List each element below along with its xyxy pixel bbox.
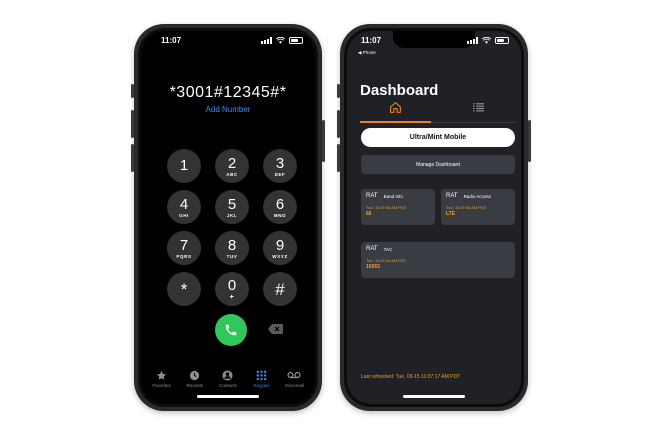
tab-keypad[interactable]: Keypad bbox=[245, 369, 277, 388]
status-time: 11:07 bbox=[161, 36, 182, 45]
key-2[interactable]: 2 ABC bbox=[215, 149, 249, 183]
key-7[interactable]: 7 PQRS bbox=[167, 231, 201, 265]
list-icon[interactable] bbox=[473, 103, 484, 112]
call-button[interactable] bbox=[215, 314, 247, 346]
stage: 11:07 *3001#12345#* Add Number 1 2 ABC 3D… bbox=[0, 0, 660, 440]
active-tab-indicator bbox=[360, 121, 431, 123]
card-value: LTE bbox=[446, 211, 456, 217]
dashboard-screen: 11:07 ◀ Phone Dashboard Ultra/Mint Mobil… bbox=[347, 31, 521, 404]
add-number-link[interactable]: Add Number bbox=[141, 105, 315, 114]
home-indicator[interactable] bbox=[403, 395, 465, 398]
key-1[interactable]: 1 bbox=[167, 149, 201, 183]
last-refreshed: Last refreshed: Tue, 03-15 11:07:17 AM P… bbox=[361, 374, 461, 380]
home-icon[interactable] bbox=[389, 101, 402, 114]
card-timestamp: Tue, 11:07:04 AM PDT bbox=[446, 205, 487, 210]
key-star[interactable]: * bbox=[167, 272, 201, 306]
dialer-screen: 11:07 *3001#12345#* Add Number 1 2 ABC 3D… bbox=[141, 31, 315, 404]
right-phone: 11:07 ◀ Phone Dashboard Ultra/Mint Mobil… bbox=[337, 24, 531, 411]
page-title: Dashboard bbox=[360, 82, 439, 99]
key-9[interactable]: 9 WXYZ bbox=[263, 231, 297, 265]
clock-icon bbox=[190, 370, 200, 380]
star-icon bbox=[157, 370, 167, 380]
mute-switch bbox=[131, 84, 134, 98]
tab-recents[interactable]: Recents bbox=[179, 369, 211, 388]
home-indicator[interactable] bbox=[197, 395, 259, 398]
card-tac[interactable]: RAT TAC Tue, 11:07:04 AM PDT 16953 bbox=[361, 242, 515, 278]
left-phone: 11:07 *3001#12345#* Add Number 1 2 ABC 3D… bbox=[131, 24, 325, 411]
key-hash[interactable]: # bbox=[263, 272, 297, 306]
dialed-number: *3001#12345#* bbox=[169, 84, 287, 101]
status-bar: 11:07 bbox=[347, 36, 521, 50]
volume-up-button bbox=[337, 110, 340, 138]
signal-icon bbox=[467, 37, 478, 44]
phone-icon bbox=[225, 324, 237, 336]
volume-down-button bbox=[337, 144, 340, 172]
back-to-phone-link[interactable]: ◀ Phone bbox=[358, 50, 376, 56]
carrier-button[interactable]: Ultra/Mint Mobile bbox=[361, 128, 515, 147]
status-bar: 11:07 bbox=[141, 36, 315, 50]
keypad: 1 2 ABC 3 DEF 4 GHI 5 JKL 6 MNO 7 PQRS 8 TUV 9W… bbox=[167, 149, 297, 306]
battery-icon bbox=[495, 37, 509, 44]
manage-dashboard-button[interactable]: Manage Dashboard bbox=[361, 155, 515, 174]
wifi-icon bbox=[482, 37, 491, 44]
card-value: 16953 bbox=[366, 264, 380, 270]
card-radio-access[interactable]: RAT Radio Access Tue, 11:07:04 AM PDT LTE bbox=[441, 189, 515, 225]
tab-bar: Favorites Recents Contacts Keypad Voicem… bbox=[141, 369, 315, 388]
wifi-icon bbox=[276, 37, 285, 44]
battery-icon bbox=[289, 37, 303, 44]
tab-favorites[interactable]: Favorites bbox=[146, 369, 178, 388]
mute-switch bbox=[337, 84, 340, 98]
card-value: 66 bbox=[366, 211, 372, 217]
voicemail-icon bbox=[287, 371, 301, 379]
tab-contacts[interactable]: Contacts bbox=[212, 369, 244, 388]
card-timestamp: Tue, 11:07:04 AM PDT bbox=[366, 258, 407, 263]
card-timestamp: Tue, 11:07:04 AM PDT bbox=[366, 205, 407, 210]
person-icon bbox=[222, 369, 234, 381]
delete-backspace-icon[interactable] bbox=[268, 324, 283, 334]
side-button bbox=[528, 120, 531, 162]
signal-icon bbox=[261, 37, 272, 44]
key-5[interactable]: 5 JKL bbox=[215, 190, 249, 224]
card-band-info[interactable]: RAT Band Info Tue, 11:07:04 AM PDT 66 bbox=[361, 189, 435, 225]
volume-down-button bbox=[131, 144, 134, 172]
key-6[interactable]: 6 MNO bbox=[263, 190, 297, 224]
status-time: 11:07 bbox=[361, 36, 382, 45]
keypad-icon bbox=[256, 370, 267, 380]
key-8[interactable]: 8 TUV bbox=[215, 231, 249, 265]
key-3[interactable]: 3 DEF bbox=[263, 149, 297, 183]
key-4[interactable]: 4 GHI bbox=[167, 190, 201, 224]
tab-voicemail[interactable]: Voicemail bbox=[278, 369, 310, 388]
key-0[interactable]: 0 + bbox=[215, 272, 249, 306]
volume-up-button bbox=[131, 110, 134, 138]
side-button bbox=[322, 120, 325, 162]
